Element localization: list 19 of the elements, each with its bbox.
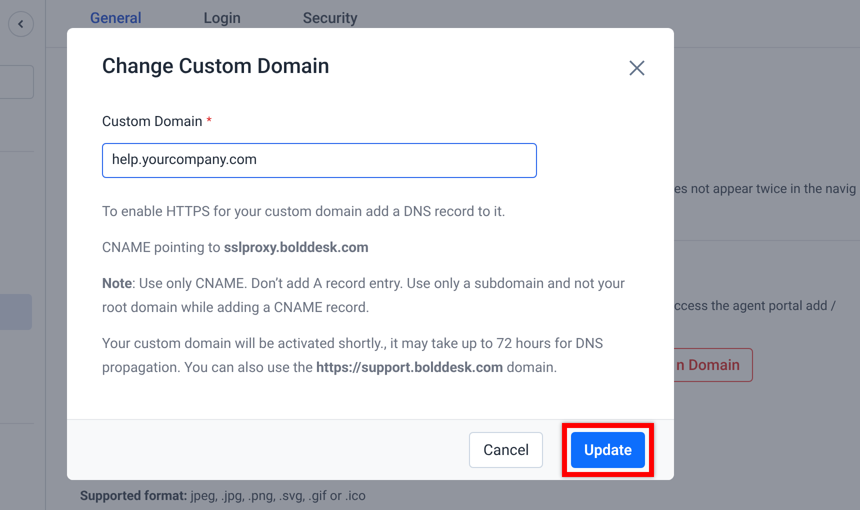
help-text: Your custom domain will be activated shortly., it may take up to 72 hours for DNS propagation. You can also use the https://support.bolddesk.com domain.: [102, 334, 604, 378]
help-text: CNAME pointing to sslproxy.bolddesk.com: [102, 238, 370, 258]
input-field[interactable]: help.yourcompany.com: [102, 142, 537, 178]
field-label: Custom Domain: [102, 112, 202, 132]
back-button[interactable]: [8, 11, 34, 37]
close-icon: [628, 58, 646, 77]
update-button[interactable]: Update: [571, 432, 645, 468]
tab[interactable]: Login: [204, 6, 241, 29]
description-text: es not appear twice in the navig: [674, 181, 858, 199]
cancel-button[interactable]: Cancel: [469, 432, 544, 468]
required-mark: *: [206, 112, 212, 130]
tab[interactable]: Security: [302, 6, 358, 29]
help-text: To enable HTTPS for your custom domain add a DNS record to it.: [102, 202, 506, 222]
supported-format-text: Supported format: jpeg, .jpg, .png, .svg, .gif or .ico: [80, 488, 366, 504]
help-text: Note: Use only CNAME. Don’t add A record entry. Use only a subdomain and not your root domain while adding a CNAME record.: [102, 274, 626, 318]
tab[interactable]: General: [90, 6, 142, 29]
chevron-left-icon: [16, 19, 26, 29]
dialog-title: Change Custom Domain: [102, 54, 330, 81]
description-text: ccess the agent portal add /: [674, 298, 838, 316]
